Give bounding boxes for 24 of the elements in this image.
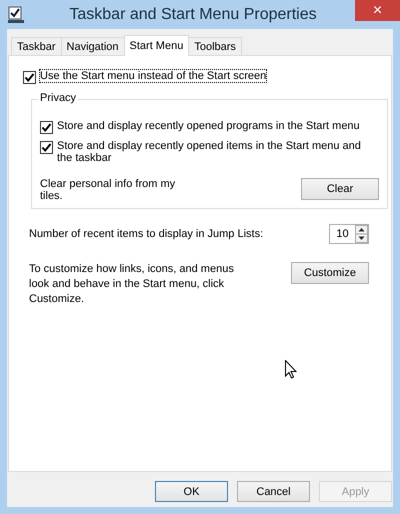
checklist-icon [7, 6, 25, 24]
checkbox-label[interactable]: Store and display recently opened items in the Start menu and the taskbar [57, 140, 379, 164]
customize-description: To customize how links, icons, and menus look and behave in the Start menu, click Customize. [29, 262, 235, 307]
spinner-arrows-icon[interactable] [355, 225, 368, 243]
checkbox-label[interactable]: Use the Start menu instead of the Start screen [40, 70, 266, 82]
mouse-pointer-icon [285, 360, 297, 379]
close-button[interactable]: × [355, 0, 400, 21]
customize-button[interactable]: Customize [291, 262, 369, 284]
window-title: Taskbar and Start Menu Properties [68, 6, 318, 24]
dialog-button[interactable]: Cancel [237, 481, 310, 502]
number-spinner[interactable]: 10 [329, 224, 369, 244]
checkbox[interactable] [40, 141, 53, 154]
checkbox[interactable] [40, 121, 53, 134]
jump-lists-label: Number of recent items to display in Jump Lists: [29, 228, 264, 240]
tab[interactable]: Taskbar [11, 37, 62, 55]
tab[interactable]: Start Menu [124, 35, 190, 56]
clear-info-text: Clear personal info from my tiles. [40, 178, 176, 202]
clear-button[interactable]: Clear [301, 178, 379, 200]
tab[interactable]: Toolbars [188, 37, 242, 55]
tab[interactable]: Navigation [60, 37, 125, 55]
group-title: Privacy [38, 92, 78, 104]
dialog-button[interactable]: OK [155, 481, 228, 502]
checkbox[interactable] [23, 71, 36, 84]
checkbox-label[interactable]: Store and display recently opened programs in the Start menu [57, 120, 360, 132]
